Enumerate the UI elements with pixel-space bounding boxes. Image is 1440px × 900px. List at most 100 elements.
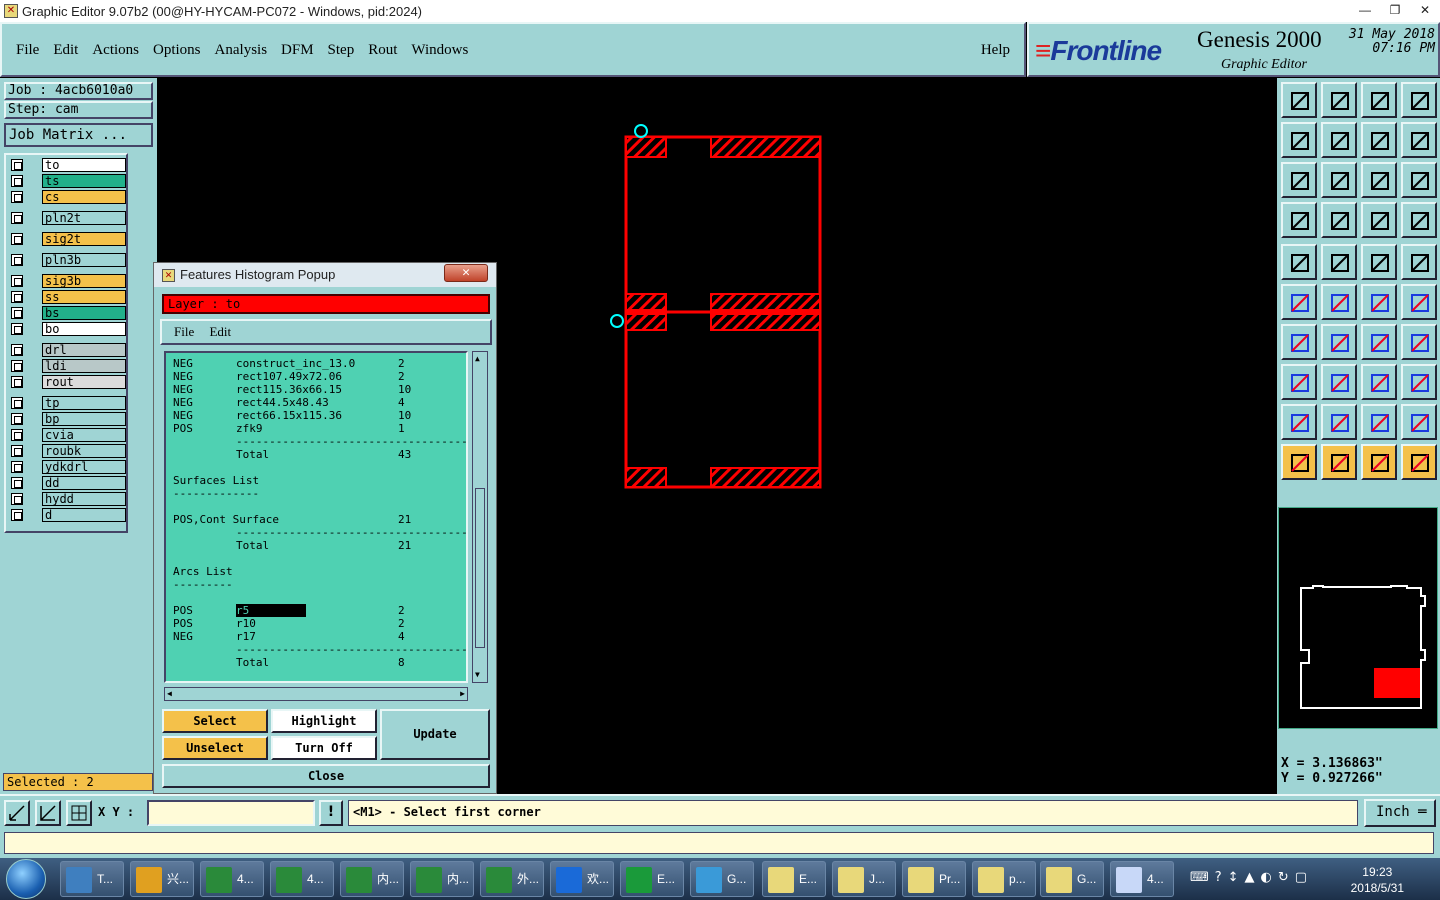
layer-name[interactable]: ydkdrl <box>42 460 126 474</box>
maximize-button[interactable]: ❐ <box>1380 0 1410 20</box>
arc-icon[interactable] <box>1361 324 1397 360</box>
layer-name[interactable]: rout <box>42 375 126 389</box>
layer-row-rout[interactable]: rout <box>8 375 126 389</box>
layer-checkbox[interactable] <box>11 175 23 187</box>
tri-d-icon[interactable] <box>1401 404 1437 440</box>
layer-checkbox[interactable] <box>11 360 23 372</box>
layer-name[interactable]: d <box>42 508 126 522</box>
layer-checkbox[interactable] <box>11 429 23 441</box>
start-button[interactable] <box>6 859 46 899</box>
update-button[interactable]: Update <box>380 709 490 760</box>
layer-row-cvia[interactable]: cvia <box>8 428 126 442</box>
point-blue-icon[interactable] <box>1401 284 1437 320</box>
popup-close-button[interactable]: ✕ <box>444 264 488 282</box>
node-blue-icon[interactable] <box>1281 284 1317 320</box>
layer-row-d[interactable]: d <box>8 508 126 522</box>
popup-menu-edit[interactable]: Edit <box>209 324 231 339</box>
measure-icon[interactable] <box>35 800 61 826</box>
menu-options[interactable]: Options <box>153 42 201 59</box>
layer-name[interactable]: roubk <box>42 444 126 458</box>
menu-windows[interactable]: Windows <box>411 42 468 59</box>
layer-name[interactable]: ldi <box>42 359 126 373</box>
menu-analysis[interactable]: Analysis <box>215 42 268 59</box>
overview-map[interactable] <box>1278 507 1438 729</box>
settings-icon[interactable] <box>1281 202 1317 238</box>
layer-checkbox[interactable] <box>11 291 23 303</box>
open-right-icon[interactable] <box>1321 122 1357 158</box>
popup-menu-file[interactable]: File <box>174 324 194 339</box>
layer-name[interactable]: dd <box>42 476 126 490</box>
layer-row-ts[interactable]: ts <box>8 174 126 188</box>
layer-row-bs[interactable]: bs <box>8 306 126 320</box>
layer-name[interactable]: tp <box>42 396 126 410</box>
scroll-thumb[interactable] <box>475 488 485 648</box>
layer-name[interactable]: cvia <box>42 428 126 442</box>
polygon-icon[interactable] <box>1321 244 1357 280</box>
dot-icon[interactable] <box>1401 244 1437 280</box>
flip-icon[interactable] <box>1401 324 1437 360</box>
pad-icon[interactable] <box>1281 244 1317 280</box>
taskbar-app-12[interactable]: Pr... <box>902 861 966 897</box>
point-red-icon[interactable] <box>1361 284 1397 320</box>
layer-checkbox[interactable] <box>11 493 23 505</box>
line-icon[interactable] <box>1321 324 1357 360</box>
tri-b-icon[interactable] <box>1321 404 1357 440</box>
layer-row-ydkdrl[interactable]: ydkdrl <box>8 460 126 474</box>
layer-row-dd[interactable]: dd <box>8 476 126 490</box>
layer-name[interactable]: bp <box>42 412 126 426</box>
layer-row-bo[interactable]: bo <box>8 322 126 336</box>
scroll-left-icon[interactable]: ◀ <box>167 688 172 700</box>
layers-b-icon[interactable] <box>1401 202 1437 238</box>
layer-row-ldi[interactable]: ldi <box>8 359 126 373</box>
zoom-icon[interactable] <box>4 800 30 826</box>
import-icon[interactable] <box>1321 82 1357 118</box>
menu-step[interactable]: Step <box>328 42 355 59</box>
ruler-icon[interactable] <box>1361 244 1397 280</box>
taskbar-app-9[interactable]: G... <box>690 861 754 897</box>
layer-name[interactable]: pln2t <box>42 211 126 225</box>
layers-a-icon[interactable] <box>1361 202 1397 238</box>
warning-icon[interactable]: ! <box>319 800 343 826</box>
scale-1-2-icon[interactable] <box>1361 162 1397 198</box>
menu-edit[interactable]: Edit <box>53 42 78 59</box>
angle-icon[interactable] <box>1281 324 1317 360</box>
tri-a-icon[interactable] <box>1281 404 1317 440</box>
layer-name[interactable]: drl <box>42 343 126 357</box>
layer-checkbox[interactable] <box>11 445 23 457</box>
snap-icon[interactable] <box>1281 364 1317 400</box>
home-icon[interactable] <box>1361 82 1397 118</box>
pointer-box-icon[interactable] <box>1321 444 1357 480</box>
pointer-circle-icon[interactable] <box>1361 444 1397 480</box>
layer-checkbox[interactable] <box>11 307 23 319</box>
menu-rout[interactable]: Rout <box>368 42 397 59</box>
layer-row-sig3b[interactable]: sig3b <box>8 274 126 288</box>
layer-checkbox[interactable] <box>11 509 23 521</box>
taskbar-app-13[interactable]: p... <box>972 861 1036 897</box>
taskbar-app-6[interactable]: 外... <box>480 861 544 897</box>
layer-name[interactable]: to <box>42 158 126 172</box>
layer-checkbox[interactable] <box>11 191 23 203</box>
layer-name[interactable]: cs <box>42 190 126 204</box>
layer-row-pln2t[interactable]: pln2t <box>8 211 126 225</box>
grid-icon[interactable] <box>66 800 92 826</box>
taskbar-app-3[interactable]: 4... <box>270 861 334 897</box>
units-selector[interactable]: Inch ═ <box>1364 799 1436 827</box>
taskbar-app-8[interactable]: E... <box>620 861 684 897</box>
layer-checkbox[interactable] <box>11 397 23 409</box>
shapes-icon[interactable] <box>1401 364 1437 400</box>
histogram-text[interactable]: NEG construct_inc_13.0 2 NEG rect107.49x72.0… <box>164 351 468 683</box>
taskbar-app-7[interactable]: 欢... <box>550 861 614 897</box>
layer-row-roubk[interactable]: roubk <box>8 444 126 458</box>
taskbar-app-5[interactable]: 内... <box>410 861 474 897</box>
vertical-scrollbar[interactable]: ▲ ▼ <box>472 351 488 683</box>
layer-row-hydd[interactable]: hydd <box>8 492 126 506</box>
layer-name[interactable]: sig3b <box>42 274 126 288</box>
export-icon[interactable] <box>1281 82 1317 118</box>
taskbar-app-14[interactable]: G... <box>1040 861 1104 897</box>
window-icon[interactable] <box>1401 82 1437 118</box>
job-matrix-button[interactable]: Job Matrix ... <box>4 123 153 147</box>
layer-name[interactable]: bs <box>42 306 126 320</box>
zoom-fit-icon[interactable] <box>1281 162 1317 198</box>
select-button[interactable]: Select <box>162 709 268 733</box>
scroll-up-icon[interactable]: ▲ <box>475 354 485 364</box>
